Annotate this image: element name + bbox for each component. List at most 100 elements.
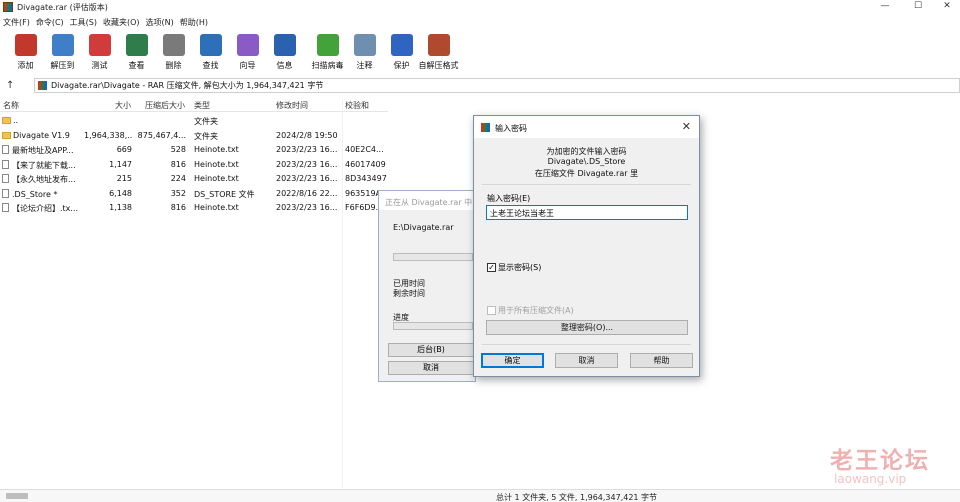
column-crc[interactable]: 校验和	[345, 100, 369, 111]
menu-tools[interactable]: 工具(S)	[67, 17, 100, 28]
file-type-cell: 文件夹	[194, 117, 218, 126]
file-modified-cell: 2024/2/8 19:50	[276, 130, 338, 140]
file-row[interactable]: .. 文件夹	[0, 114, 388, 128]
file-list[interactable]: 名称 大小 压缩后大小 类型 修改时间 校验和 .. 文件夹 Divagate V1…	[0, 99, 388, 488]
toolbar-label: 向导	[239, 61, 256, 70]
file-progress-bar	[393, 253, 473, 261]
maximize-button[interactable]: ☐	[903, 0, 933, 14]
file-crc-cell: 8D343497	[345, 174, 387, 183]
status-bar: 总计 1 文件夹, 5 文件, 1,964,347,421 字节	[0, 489, 960, 502]
file-name: 【论坛介绍】.tx...	[12, 204, 79, 213]
organize-passwords-button[interactable]: 整理密码(O)...	[486, 320, 688, 335]
toolbar-label: 添加	[17, 61, 34, 70]
toolbar-button-8[interactable]: 扫描病毒	[309, 31, 346, 71]
menu-help[interactable]: 帮助(H)	[177, 17, 211, 28]
file-name: 最新地址及APP...	[12, 146, 74, 155]
file-packed-cell: 875,467,4...	[137, 130, 186, 140]
file-name: ..	[13, 116, 19, 125]
toolbar-button-1[interactable]: 解压到	[44, 31, 81, 71]
file-name: 【来了就能下载...	[12, 160, 76, 170]
file-row[interactable]: 最新地址及APP... 669 528 Heinote.txt 2023/2/23 16…	[0, 143, 388, 157]
file-modified-cell: 2023/2/23 16...	[276, 174, 338, 183]
address-row: ↑ Divagate.rar\Divagate - RAR 压缩文件, 解包大小…	[0, 78, 960, 93]
chevron-down-icon[interactable]: ⌵	[490, 207, 684, 217]
magnifier-icon	[199, 34, 222, 56]
toolbar-button-11[interactable]: 自解压格式	[419, 31, 459, 71]
file-row[interactable]: Divagate V1.9 1,964,338,... 875,467,4... 文件…	[0, 129, 388, 143]
file-row[interactable]: .DS_Store * 6,148 352 DS_STORE 文件 2022/8/16 …	[0, 187, 388, 201]
encrypted-file-name: Divagate\.DS_Store	[547, 157, 626, 166]
file-type-cell: DS_STORE 文件	[194, 189, 255, 199]
toolbar-button-0[interactable]: 添加	[7, 31, 44, 71]
menu-options[interactable]: 选项(N)	[143, 17, 177, 28]
file-type-cell: 文件夹	[194, 131, 218, 141]
password-dialog: 输入密码 ✕ 为加密的文件输入密码 Divagate\.DS_Store 在压缩…	[473, 115, 700, 377]
menu-commands[interactable]: 命令(C)	[33, 17, 67, 28]
help-button[interactable]: 帮助	[630, 353, 693, 368]
toolbar-button-9[interactable]: 注释	[346, 31, 383, 71]
toolbar-button-7[interactable]: 信息	[266, 31, 303, 71]
file-size-cell: 215	[116, 174, 132, 183]
minimize-button[interactable]: —	[870, 0, 900, 14]
file-crc-cell: 40E2C4...	[345, 145, 384, 154]
toolbar-button-3[interactable]: 查看	[118, 31, 155, 71]
password-title-bar: 输入密码 ✕	[474, 116, 699, 138]
toolbar-button-4[interactable]: 删除	[155, 31, 192, 71]
file-row[interactable]: 【论坛介绍】.tx... 1,138 816 Heinote.txt 2023/2/23…	[0, 201, 388, 215]
toolbar-label: 测试	[91, 61, 108, 70]
file-row[interactable]: 【永久地址发布... 215 224 Heinote.txt 2023/2/23 16.…	[0, 172, 388, 186]
checkmark-icon: ✓	[487, 263, 496, 272]
divider	[482, 184, 691, 185]
test-checklist-icon	[88, 34, 111, 56]
menu-file[interactable]: 文件(F)	[0, 17, 33, 28]
column-type[interactable]: 类型	[194, 100, 210, 111]
column-size[interactable]: 大小	[115, 100, 131, 111]
file-row[interactable]: 【来了就能下载... 1,147 816 Heinote.txt 2023/2/23 1…	[0, 158, 388, 172]
trash-icon	[162, 34, 185, 56]
toolbar-label: 信息	[276, 61, 293, 70]
use-for-all-checkbox[interactable]: 用于所有压缩文件(A)	[487, 305, 574, 316]
remaining-time-label: 剩余时间	[393, 289, 425, 298]
toolbar-button-6[interactable]: 向导	[229, 31, 266, 71]
menu-favorites[interactable]: 收藏夹(O)	[100, 17, 143, 28]
show-password-label: 显示密码(S)	[498, 263, 542, 272]
toolbar-button-5[interactable]: 查找	[192, 31, 229, 71]
toolbar-button-2[interactable]: 测试	[81, 31, 118, 71]
file-type-cell: Heinote.txt	[194, 145, 239, 154]
watermark-text: 老王论坛	[830, 447, 930, 474]
cancel-button[interactable]: 取消	[555, 353, 618, 368]
watermark-url: laowang.vip	[834, 472, 907, 486]
list-header: 名称 大小 压缩后大小 类型 修改时间 校验和	[0, 99, 388, 112]
total-progress-bar	[393, 322, 473, 330]
toolbar-label: 删除	[165, 61, 182, 70]
column-modified[interactable]: 修改时间	[276, 100, 308, 111]
progress-title: 正在从 Divagate.rar 中	[385, 198, 473, 207]
up-arrow-icon[interactable]: ↑	[6, 78, 14, 93]
file-packed-cell: 816	[170, 159, 186, 169]
toolbar-label: 查看	[128, 61, 145, 70]
wizard-wand-icon	[236, 34, 259, 56]
address-path: Divagate.rar\Divagate - RAR 压缩文件, 解包大小为 …	[51, 81, 324, 90]
close-window-button[interactable]: ✕	[932, 0, 960, 14]
ok-button[interactable]: 确定	[481, 353, 544, 368]
close-icon[interactable]: ✕	[682, 120, 691, 133]
file-name-cell: 最新地址及APP...	[2, 145, 80, 156]
address-bar[interactable]: Divagate.rar\Divagate - RAR 压缩文件, 解包大小为 …	[34, 78, 960, 93]
file-name: 【永久地址发布...	[12, 175, 76, 184]
column-name[interactable]: 名称	[3, 100, 19, 111]
file-size-cell: 1,138	[109, 203, 132, 212]
background-button[interactable]: 后台(B)	[388, 343, 474, 357]
file-packed-cell: 528	[170, 145, 186, 154]
use-for-all-label: 用于所有压缩文件(A)	[498, 306, 574, 315]
show-password-checkbox[interactable]: ✓ 显示密码(S)	[487, 262, 541, 273]
toolbar-button-10[interactable]: 保护	[383, 31, 420, 71]
file-name-cell: 【来了就能下载...	[2, 159, 80, 171]
file-name-cell: ..	[2, 116, 80, 125]
column-packed[interactable]: 压缩后大小	[145, 100, 185, 111]
progress-cancel-button[interactable]: 取消	[388, 361, 474, 375]
winrar-app-icon	[3, 2, 13, 12]
sfx-icon	[427, 34, 450, 56]
password-input[interactable]: 上老王论坛当老王 ⌵	[486, 205, 688, 220]
archive-location: 在压缩文件 Divagate.rar 里	[534, 169, 639, 178]
file-type-cell: Heinote.txt	[194, 159, 239, 169]
